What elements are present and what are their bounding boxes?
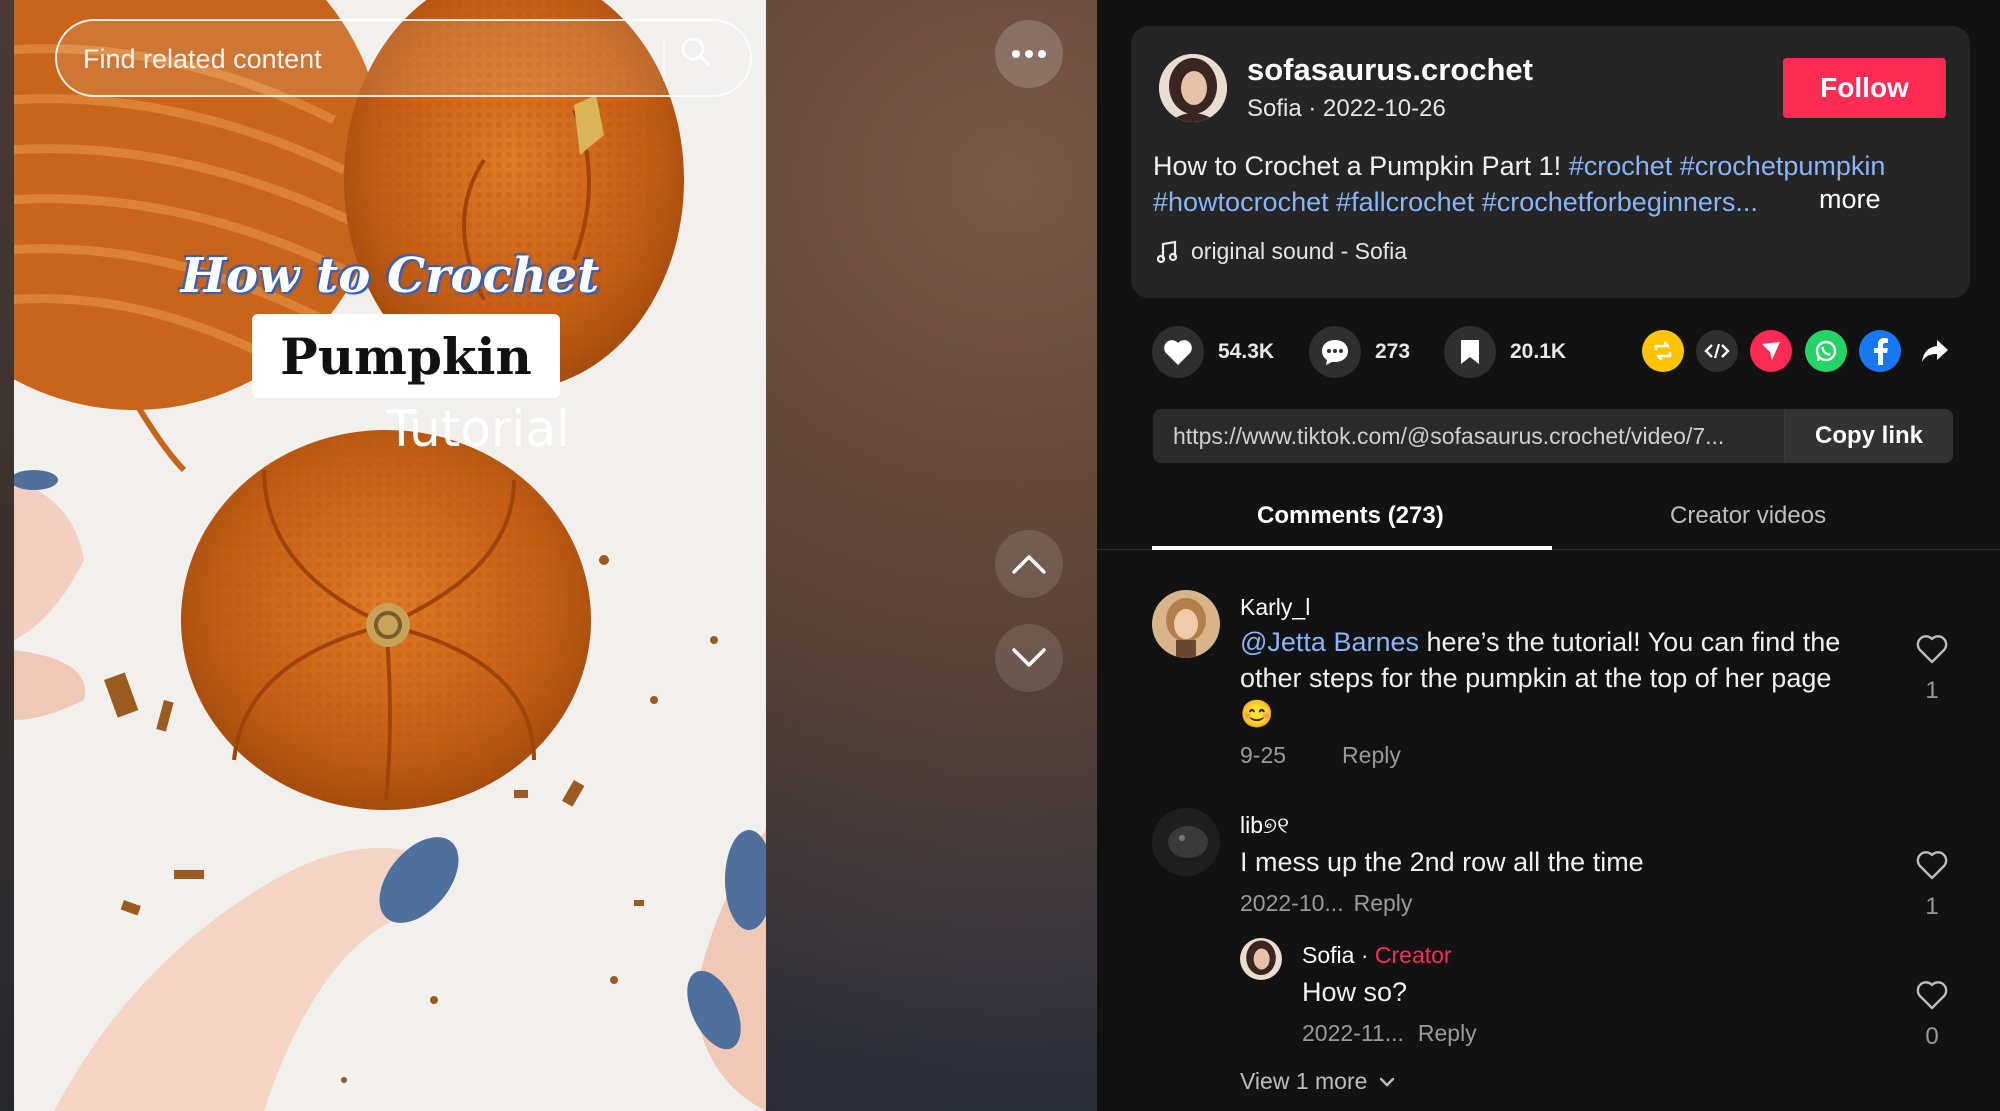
chevron-down-icon <box>1380 1077 1395 1087</box>
repost-icon[interactable] <box>1642 330 1684 372</box>
comment-like-button[interactable]: 1 <box>1912 850 1952 921</box>
follow-button[interactable]: Follow <box>1783 58 1946 118</box>
comment-button[interactable]: 273 <box>1309 326 1410 378</box>
emoji: 😊 <box>1240 699 1274 729</box>
active-tab-indicator <box>1152 546 1552 550</box>
comment-text: I mess up the 2nd row all the time <box>1240 847 1644 877</box>
tiktok-video-page: How to Crochet Pumpkin Tutorial sofasaur… <box>0 0 2000 1111</box>
heart-icon <box>1164 340 1192 365</box>
save-count: 20.1K <box>1510 340 1567 363</box>
like-count: 54.3K <box>1218 340 1275 363</box>
tab-creator-videos[interactable]: Creator videos <box>1670 502 1826 530</box>
engagement-stats: 54.3K 273 20.1K <box>1152 326 1972 378</box>
video-backdrop: How to Crochet Pumpkin Tutorial <box>0 0 1097 1111</box>
more-dots-icon <box>1012 50 1020 58</box>
replier-username: Sofia · Creator <box>1302 942 1452 969</box>
bookmark-icon <box>1461 340 1479 364</box>
video-link-url[interactable]: https://www.tiktok.com/@sofasaurus.croch… <box>1173 423 1773 450</box>
music-note-icon <box>1157 240 1177 263</box>
tab-bar: Comments (273) Creator videos <box>1097 480 2000 550</box>
whatsapp-icon[interactable] <box>1805 330 1847 372</box>
send-icon[interactable] <box>1750 330 1792 372</box>
reply-like-count: 0 <box>1925 1023 1939 1050</box>
description-ellipsis: ... <box>1735 187 1758 217</box>
video-info-card: sofasaurus.crochet Sofia · 2022-10-26 Fo… <box>1131 26 1970 298</box>
creator-badge: Creator <box>1374 942 1452 968</box>
author-avatar[interactable] <box>1159 54 1227 122</box>
copy-link-button[interactable]: Copy link <box>1784 409 1953 463</box>
author-username[interactable]: sofasaurus.crochet <box>1247 52 1533 88</box>
replier-avatar[interactable] <box>1240 938 1282 980</box>
comment-icon <box>1322 340 1348 365</box>
reply-date: 2022-11... <box>1302 1020 1404 1046</box>
video-link-box: https://www.tiktok.com/@sofasaurus.croch… <box>1153 409 1953 463</box>
share-icon[interactable] <box>1914 330 1956 372</box>
previous-video-button[interactable] <box>995 530 1063 598</box>
view-more-replies-button[interactable]: View 1 more <box>1240 1068 1395 1095</box>
reply-user[interactable]: Sofia <box>1302 942 1354 968</box>
author-subline: Sofia · 2022-10-26 <box>1247 95 1446 122</box>
comment-meta: 2022-10... Reply <box>1240 890 1412 917</box>
view-more-label: View 1 more <box>1240 1068 1368 1094</box>
hashtag[interactable]: #howtocrochet <box>1153 187 1329 217</box>
commenter-username[interactable]: Karly_l <box>1240 594 1310 621</box>
heart-outline-icon <box>1916 635 1948 664</box>
comment-count: 273 <box>1375 340 1411 363</box>
chevron-down-icon <box>1012 648 1046 667</box>
reply-text: How so? <box>1302 977 1408 1007</box>
overlay-title-line3: Tutorial <box>386 400 570 458</box>
video-frame-illustration <box>14 0 766 1111</box>
hashtag[interactable]: #crochetpumpkin <box>1680 151 1886 181</box>
heart-outline-icon <box>1916 981 1948 1010</box>
reply-button[interactable]: Reply <box>1342 742 1401 768</box>
hashtag[interactable]: #crochet <box>1569 151 1673 181</box>
comment-date: 2022-10... <box>1240 890 1344 916</box>
overlay-title-line1: How to Crochet <box>180 248 600 304</box>
tab-comments[interactable]: Comments (273) <box>1257 502 1444 530</box>
search-input[interactable] <box>83 39 643 79</box>
hashtag[interactable]: #fallcrochet <box>1336 187 1474 217</box>
next-video-button[interactable] <box>995 624 1063 692</box>
reply-separator: · <box>1354 942 1375 968</box>
comment-date: 9-25 <box>1240 742 1287 768</box>
comment-text: @Jetta Barnes here’s the tutorial! You c… <box>1240 624 1880 732</box>
heart-outline-icon <box>1916 851 1948 880</box>
reply-meta: 2022-11... Reply <box>1302 1020 1477 1047</box>
embed-icon[interactable] <box>1696 330 1738 372</box>
overlay-title-line2: Pumpkin <box>280 326 532 386</box>
reply-item: Sofia · Creator How so? 2022-11... Reply … <box>1240 938 1952 1058</box>
commenter-avatar[interactable] <box>1152 590 1220 658</box>
comment-like-button[interactable]: 1 <box>1912 634 1952 705</box>
description-more-link[interactable]: more <box>1819 184 1881 215</box>
search-bar[interactable] <box>55 19 752 97</box>
description-text: How to Crochet a Pumpkin Part 1! <box>1153 151 1562 181</box>
reply-button[interactable]: Reply <box>1354 890 1413 916</box>
overlay-title-box: Pumpkin <box>252 314 560 398</box>
reply-button[interactable]: Reply <box>1418 1020 1477 1046</box>
commenter-username[interactable]: lib୭୧ <box>1240 812 1289 839</box>
hashtag[interactable]: #crochetforbeginners <box>1482 187 1736 217</box>
user-mention[interactable]: @Jetta Barnes <box>1240 627 1419 657</box>
save-button[interactable]: 20.1K <box>1444 326 1566 378</box>
chevron-up-icon <box>1012 555 1046 574</box>
search-divider <box>663 39 665 81</box>
comment-meta: 9-25 Reply <box>1240 742 1401 769</box>
more-options-button[interactable] <box>995 20 1063 88</box>
reply-like-button[interactable]: 0 <box>1912 980 1952 1051</box>
facebook-icon[interactable] <box>1859 330 1901 372</box>
comment-item: Karly_l @Jetta Barnes here’s the tutoria… <box>1152 590 1952 780</box>
like-button[interactable]: 54.3K <box>1152 326 1274 378</box>
comment-like-count: 1 <box>1925 893 1939 920</box>
search-icon[interactable] <box>679 35 729 85</box>
comment-item: lib୭୧ I mess up the 2nd row all the time… <box>1152 808 1952 928</box>
post-date: 2022-10-26 <box>1323 95 1446 122</box>
commenter-avatar[interactable] <box>1152 808 1220 876</box>
sound-label: original sound - Sofia <box>1191 238 1408 264</box>
video-player[interactable]: How to Crochet Pumpkin Tutorial <box>14 0 766 1111</box>
sound-link[interactable]: original sound - Sofia <box>1157 238 1407 265</box>
comment-like-count: 1 <box>1925 677 1939 704</box>
author-display-name: Sofia <box>1247 95 1302 122</box>
